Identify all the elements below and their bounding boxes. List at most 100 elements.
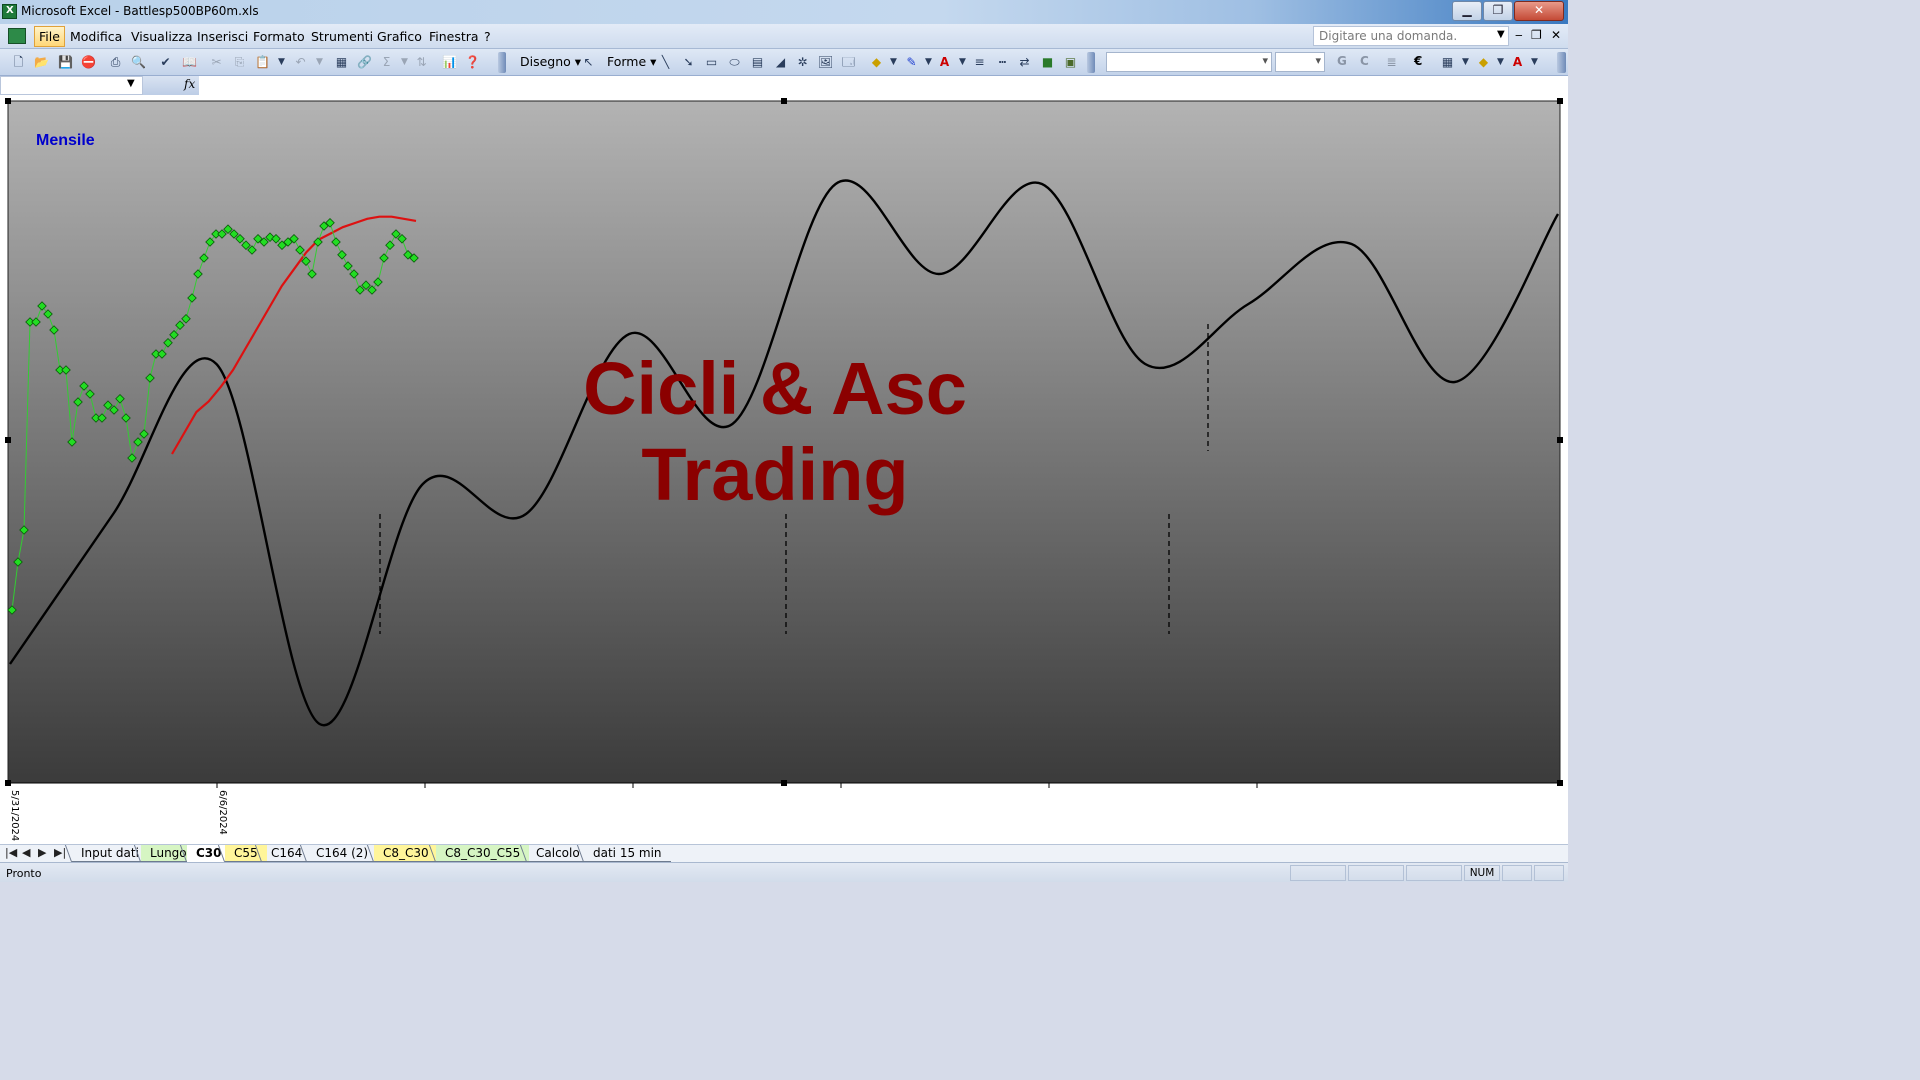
font-color-draw-dropdown-icon[interactable]: ▼: [954, 54, 971, 70]
fill-color-icon[interactable]: ◆: [868, 54, 885, 70]
fill-color-dropdown-icon[interactable]: ▼: [885, 54, 902, 70]
print-icon[interactable]: ⎙: [107, 54, 124, 70]
close-button[interactable]: ✕: [1514, 1, 1564, 21]
borders-dropdown-icon[interactable]: ▼: [1457, 54, 1474, 70]
fill-bucket-dropdown-icon[interactable]: ▼: [1492, 54, 1509, 70]
selection-handle[interactable]: [5, 98, 11, 104]
restore-button[interactable]: ❐: [1483, 1, 1513, 21]
research-icon[interactable]: 📖: [181, 54, 198, 70]
sort-icon[interactable]: ⇅: [413, 54, 430, 70]
shadow-icon[interactable]: ■: [1039, 54, 1056, 70]
autosum-icon[interactable]: Σ: [378, 54, 395, 70]
chart-svg[interactable]: Cicli & Asc Trading Mensile: [0, 96, 1568, 844]
last-sheet-icon[interactable]: ▶|: [54, 846, 66, 859]
menu-help[interactable]: ?: [484, 29, 491, 44]
rectangle-icon[interactable]: ▭: [703, 54, 720, 70]
chart-icon[interactable]: 📊: [441, 54, 458, 70]
chart-wizard-icon[interactable]: ▦: [333, 54, 350, 70]
name-box-dropdown-icon[interactable]: ▼: [127, 78, 135, 89]
open-folder-icon[interactable]: 📂: [33, 54, 50, 70]
line-icon[interactable]: ╲: [657, 54, 674, 70]
dash-style-icon[interactable]: ┅: [994, 54, 1011, 70]
menu-inserisci[interactable]: Inserisci: [197, 29, 248, 44]
textbox-icon[interactable]: ▤: [749, 54, 766, 70]
next-sheet-icon[interactable]: ▶: [38, 846, 46, 859]
font-color-dropdown-icon[interactable]: ▼: [1526, 54, 1543, 70]
clipart-icon[interactable]: 🖼: [817, 54, 834, 70]
workbook-icon[interactable]: [8, 28, 26, 44]
selection-handle[interactable]: [5, 437, 11, 443]
toolbar-grip-3[interactable]: [1557, 52, 1566, 73]
forme-menu[interactable]: Forme ▾: [607, 54, 656, 69]
sheet-tab-c164-2[interactable]: C164 (2): [307, 845, 378, 862]
3d-icon[interactable]: ▣: [1062, 54, 1079, 70]
status-cell: [1502, 865, 1532, 881]
x-axis-label-second: 6/6/2024: [217, 790, 228, 835]
toolbar-grip-2[interactable]: [1087, 52, 1095, 73]
chart-sheet[interactable]: Cicli & Asc Trading Mensile 5/31/2024 6/…: [0, 96, 1568, 844]
borders-icon[interactable]: ▦: [1439, 54, 1456, 70]
permission-icon[interactable]: ⛔: [80, 54, 97, 70]
prev-sheet-icon[interactable]: ◀: [22, 846, 30, 859]
font-name-combo[interactable]: [1106, 52, 1272, 72]
spelling-icon[interactable]: ✔: [157, 54, 174, 70]
paste-icon[interactable]: 📋: [254, 54, 271, 70]
align-center-icon[interactable]: ≣: [1383, 54, 1400, 70]
menu-modifica[interactable]: Modifica: [70, 29, 122, 44]
bold-button[interactable]: G: [1337, 54, 1347, 68]
diagram-icon[interactable]: ✲: [794, 54, 811, 70]
menu-formato[interactable]: Formato: [253, 29, 305, 44]
minimize-button[interactable]: ▁: [1452, 1, 1482, 21]
line-color-icon[interactable]: ✎: [903, 54, 920, 70]
hyperlink-icon[interactable]: 🔗: [356, 54, 373, 70]
first-sheet-icon[interactable]: |◀: [5, 846, 17, 859]
help-icon[interactable]: ❓: [464, 54, 481, 70]
fx-icon[interactable]: fx: [184, 77, 195, 91]
menu-visualizza[interactable]: Visualizza: [131, 29, 193, 44]
selection-handle[interactable]: [781, 98, 787, 104]
autosum-dropdown-icon[interactable]: ▼: [396, 54, 413, 70]
cut-icon[interactable]: ✂: [208, 54, 225, 70]
arrow-style-icon[interactable]: ⇄: [1016, 54, 1033, 70]
doc-close-button[interactable]: ✕: [1551, 28, 1561, 42]
paste-dropdown-icon[interactable]: ▼: [273, 54, 290, 70]
menu-grafico[interactable]: Grafico: [377, 29, 422, 44]
font-color-draw-icon[interactable]: A: [936, 54, 953, 70]
ask-question-dropdown-icon[interactable]: ▼: [1497, 29, 1505, 40]
line-color-dropdown-icon[interactable]: ▼: [920, 54, 937, 70]
wordart-icon[interactable]: ◢: [772, 54, 789, 70]
menu-file[interactable]: File: [34, 26, 65, 47]
menu-finestra[interactable]: Finestra: [429, 29, 479, 44]
excel-app-icon[interactable]: [2, 4, 17, 19]
copy-icon[interactable]: ⎘: [231, 54, 248, 70]
italic-button[interactable]: C: [1360, 54, 1369, 68]
oval-icon[interactable]: ⬭: [726, 54, 743, 70]
line-style-icon[interactable]: ≡: [971, 54, 988, 70]
save-icon[interactable]: 💾: [57, 54, 74, 70]
name-box[interactable]: [0, 76, 143, 95]
doc-minimize-button[interactable]: ‒: [1515, 28, 1523, 42]
picture-icon[interactable]: 🗔: [840, 54, 857, 70]
font-size-combo[interactable]: [1275, 52, 1325, 72]
undo-dropdown-icon[interactable]: ▼: [311, 54, 328, 70]
menu-strumenti[interactable]: Strumenti: [311, 29, 373, 44]
toolbar-grip[interactable]: [498, 52, 506, 73]
disegno-menu[interactable]: Disegno ▾: [520, 54, 581, 69]
selection-handle[interactable]: [1557, 98, 1563, 104]
font-color-icon[interactable]: A: [1509, 54, 1526, 70]
selection-handle[interactable]: [1557, 437, 1563, 443]
fill-bucket-icon[interactable]: ◆: [1475, 54, 1492, 70]
arrow-icon[interactable]: ➘: [680, 54, 697, 70]
select-objects-icon[interactable]: ↖: [580, 54, 597, 70]
sheet-tab-c8-c30-c55[interactable]: C8_C30_C55: [436, 845, 530, 862]
print-preview-icon[interactable]: 🔍: [130, 54, 147, 70]
forme-label: Forme: [607, 54, 647, 69]
undo-icon[interactable]: ↶: [292, 54, 309, 70]
doc-restore-button[interactable]: ❐: [1531, 28, 1542, 42]
new-file-icon[interactable]: 🗋: [10, 54, 27, 70]
ask-question-input[interactable]: Digitare una domanda.: [1313, 26, 1509, 46]
menu-bar: File Modifica Visualizza Inserisci Forma…: [0, 24, 1568, 49]
sheet-tab-dati-15-min[interactable]: dati 15 min: [584, 845, 671, 862]
euro-button[interactable]: €: [1414, 54, 1422, 68]
sheet-tab-c8-c30[interactable]: C8_C30: [374, 845, 438, 862]
